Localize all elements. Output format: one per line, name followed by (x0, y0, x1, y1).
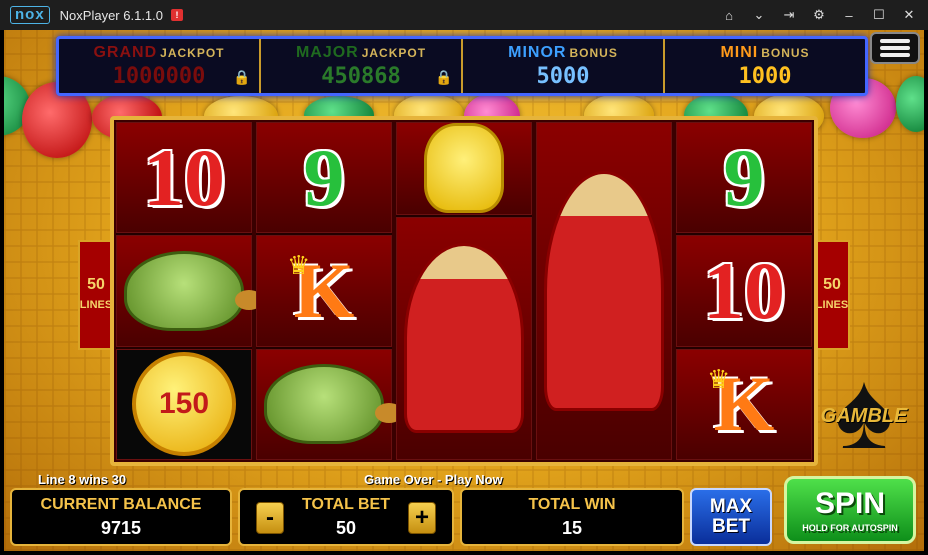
mini-bonus-sub: BONUS (761, 45, 810, 60)
lines-label: LINES (815, 299, 849, 311)
win-value: 15 (561, 517, 583, 538)
minor-bonus-value: 5000 (536, 63, 590, 89)
reel-symbol: 150 (116, 348, 252, 460)
major-jackpot: MAJOR JACKPOT 450868 🔒 (261, 39, 463, 93)
max-bet-line1: MAX (709, 496, 753, 517)
reel-4 (536, 122, 672, 460)
turtle-icon (124, 250, 263, 331)
slot-game-area: GRAND JACKPOT 1000000 🔒 MAJOR JACKPOT 4508… (4, 30, 924, 551)
lucky-cat-icon (424, 123, 504, 214)
minimize-icon[interactable]: – (838, 4, 860, 26)
reels: 10 150 9 ♛ K 9 10 ♛ K (110, 116, 818, 466)
menu-button[interactable] (870, 32, 920, 64)
reel-symbol (396, 122, 532, 215)
symbol-9: 9 (723, 131, 765, 223)
home-icon[interactable]: ⌂ (718, 4, 740, 26)
game-status-text: Game Over - Play Now (364, 472, 503, 487)
fortune-god-icon (404, 243, 524, 434)
balance-panel: CURRENT BALANCE 9715 (10, 488, 232, 546)
spin-button[interactable]: SPIN HOLD FOR AUTOSPIN (784, 476, 916, 544)
lantern-coin-icon: 150 (132, 352, 236, 457)
line-win-text: Line 8 wins 30 (38, 472, 127, 487)
lock-icon: 🔒 (435, 69, 453, 85)
lines-count: 50 (823, 276, 841, 293)
symbol-9: 9 (303, 131, 345, 223)
reel-3 (396, 122, 532, 460)
autospin-hint: HOLD FOR AUTOSPIN (802, 523, 898, 533)
fortune-god-icon (544, 171, 664, 411)
window-controls: ⌂ ⌄ ⇥ ⚙ – ☐ ✕ (718, 0, 920, 30)
minor-bonus: MINOR BONUS 5000 (463, 39, 665, 93)
mini-bonus: MINI BONUS 1000 (665, 39, 865, 93)
major-jackpot-value: 450868 (321, 63, 401, 89)
lines-indicator-left: 50 LINES (78, 240, 114, 350)
gear-icon[interactable]: ⚙ (808, 4, 830, 26)
gamble-button[interactable]: ♠ GAMBLE (812, 356, 916, 466)
symbol-10: 10 (703, 244, 785, 336)
decrease-bet-button[interactable]: - (256, 502, 284, 534)
max-bet-line2: BET (712, 516, 750, 537)
reel-5: 9 10 ♛ K (676, 122, 812, 460)
lock-icon: 🔒 (233, 69, 251, 85)
bet-label: TOTAL BET (302, 495, 390, 513)
grand-jackpot-value: 1000000 (112, 63, 206, 89)
crown-icon: ♛ (707, 363, 731, 394)
max-bet-button[interactable]: MAX BET (690, 488, 772, 546)
pin-icon[interactable]: ⇥ (778, 4, 800, 26)
turtle-icon (264, 364, 403, 445)
window-titlebar: nox NoxPlayer 6.1.1.0 ! ⌂ ⌄ ⇥ ⚙ – ☐ ✕ (0, 0, 928, 30)
reel-symbol (536, 122, 672, 460)
mini-bonus-value: 1000 (738, 63, 792, 89)
spin-label: SPIN (814, 487, 886, 520)
balance-value: 9715 (100, 517, 142, 538)
reel-symbol (116, 235, 263, 347)
win-label: TOTAL WIN (528, 495, 616, 513)
major-jackpot-label: MAJOR (295, 43, 359, 61)
reel-1: 10 150 (116, 122, 263, 460)
grand-jackpot-label: GRAND (93, 43, 158, 61)
gamble-label: GAMBLE (820, 404, 908, 427)
chevron-down-icon[interactable]: ⌄ (748, 4, 770, 26)
reel-symbol (396, 216, 532, 460)
alert-badge-icon[interactable]: ! (171, 9, 184, 21)
symbol-10: 10 (143, 131, 225, 223)
lines-indicator-right: 50 LINES (814, 240, 850, 350)
reel-symbol: ♛ K (676, 348, 812, 460)
reel-symbol: ♛ K (256, 235, 392, 347)
major-jackpot-sub: JACKPOT (361, 45, 427, 60)
bet-value: 50 (335, 517, 357, 538)
lines-count: 50 (87, 276, 105, 293)
reel-symbol: 9 (676, 122, 812, 234)
balance-label: CURRENT BALANCE (40, 495, 202, 513)
grand-jackpot-sub: JACKPOT (160, 45, 225, 60)
jackpot-bar: GRAND JACKPOT 1000000 🔒 MAJOR JACKPOT 4508… (56, 36, 868, 96)
nox-logo: nox (10, 6, 50, 24)
reel-symbol: 10 (676, 235, 812, 347)
grand-jackpot: GRAND JACKPOT 1000000 🔒 (59, 39, 261, 93)
reel-symbol: 10 (116, 122, 252, 234)
minor-bonus-label: MINOR (508, 43, 567, 61)
coin-value: 150 (158, 387, 210, 421)
maximize-icon[interactable]: ☐ (868, 4, 890, 26)
lines-label: LINES (79, 299, 113, 311)
window-title: NoxPlayer 6.1.1.0 (59, 7, 164, 23)
minor-bonus-sub: BONUS (569, 45, 618, 60)
crown-icon: ♛ (287, 250, 311, 281)
reel-symbol: 9 (256, 122, 392, 234)
close-icon[interactable]: ✕ (898, 4, 920, 26)
increase-bet-button[interactable]: + (408, 502, 436, 534)
mini-bonus-label: MINI (720, 43, 759, 61)
reel-2: 9 ♛ K (256, 122, 403, 460)
bet-panel: TOTAL BET 50 - + (238, 488, 454, 546)
win-panel: TOTAL WIN 15 (460, 488, 684, 546)
reel-symbol (256, 348, 403, 460)
